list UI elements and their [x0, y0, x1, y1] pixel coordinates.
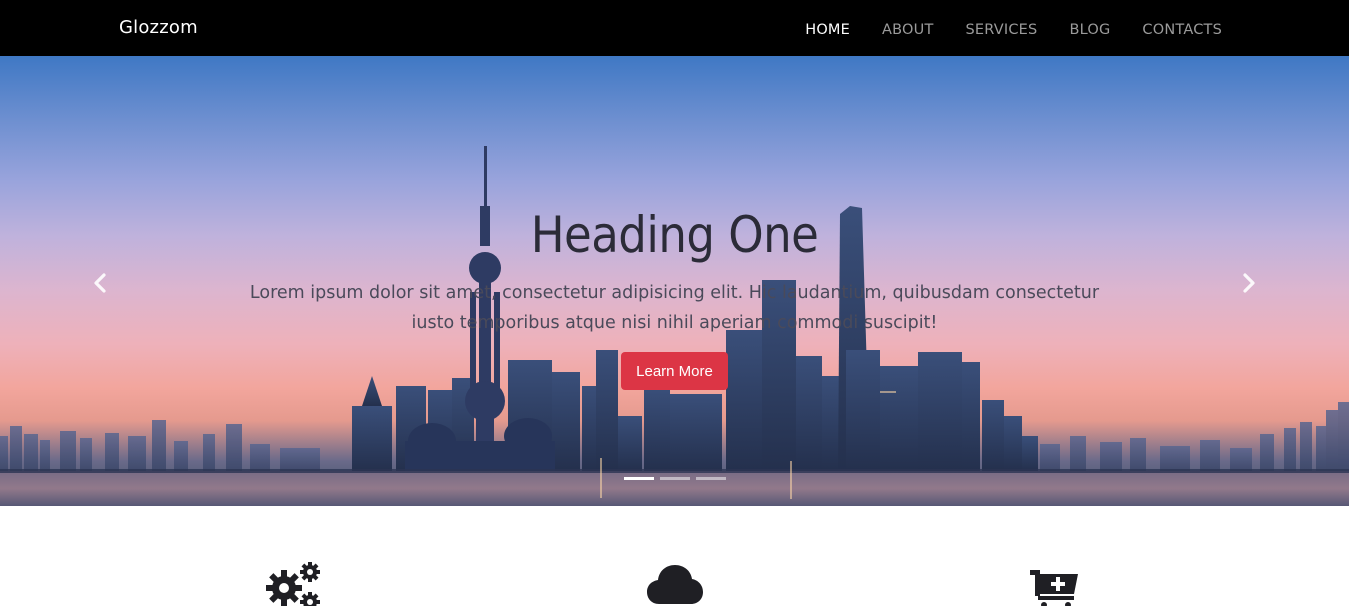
nav-item-home: HOME	[805, 19, 850, 38]
carousel-indicator-1[interactable]	[624, 477, 654, 480]
carousel-heading: Heading One	[530, 206, 819, 264]
nav-link-contacts[interactable]: CONTACTS	[1142, 22, 1222, 38]
carousel-indicators	[624, 477, 726, 480]
navbar: Glozzom HOME ABOUT SERVICES BLOG CONTACT…	[0, 0, 1349, 56]
nav-link-home[interactable]: HOME	[805, 22, 850, 38]
nav-link-services[interactable]: SERVICES	[966, 22, 1038, 38]
nav-item-about: ABOUT	[882, 19, 934, 38]
brand-logo[interactable]: Glozzom	[119, 17, 198, 38]
cloud-icon	[647, 565, 703, 604]
carousel-prev-control[interactable]	[86, 268, 116, 298]
gears-icon	[266, 562, 320, 606]
nav-item-contacts: CONTACTS	[1142, 19, 1222, 38]
carousel-text: Lorem ipsum dolor sit amet, consectetur …	[249, 283, 1100, 333]
chevron-right-icon	[1243, 273, 1255, 293]
features-section	[0, 506, 1349, 606]
nav-menu: HOME ABOUT SERVICES BLOG CONTACTS	[805, 0, 1222, 56]
learn-more-button[interactable]: Learn More	[621, 352, 728, 390]
nav-item-blog: BLOG	[1069, 19, 1110, 38]
nav-link-about[interactable]: ABOUT	[882, 22, 934, 38]
carousel-caption: Heading One Lorem ipsum dolor sit amet, …	[0, 56, 1349, 506]
carousel-indicator-3[interactable]	[696, 477, 726, 480]
carousel-indicator-2[interactable]	[660, 477, 690, 480]
nav-item-services: SERVICES	[966, 19, 1038, 38]
hero-carousel: Heading One Lorem ipsum dolor sit amet, …	[0, 56, 1349, 506]
nav-link-blog[interactable]: BLOG	[1069, 22, 1110, 38]
chevron-left-icon	[94, 273, 106, 293]
carousel-next-control[interactable]	[1233, 268, 1263, 298]
cart-plus-icon	[1030, 570, 1078, 606]
